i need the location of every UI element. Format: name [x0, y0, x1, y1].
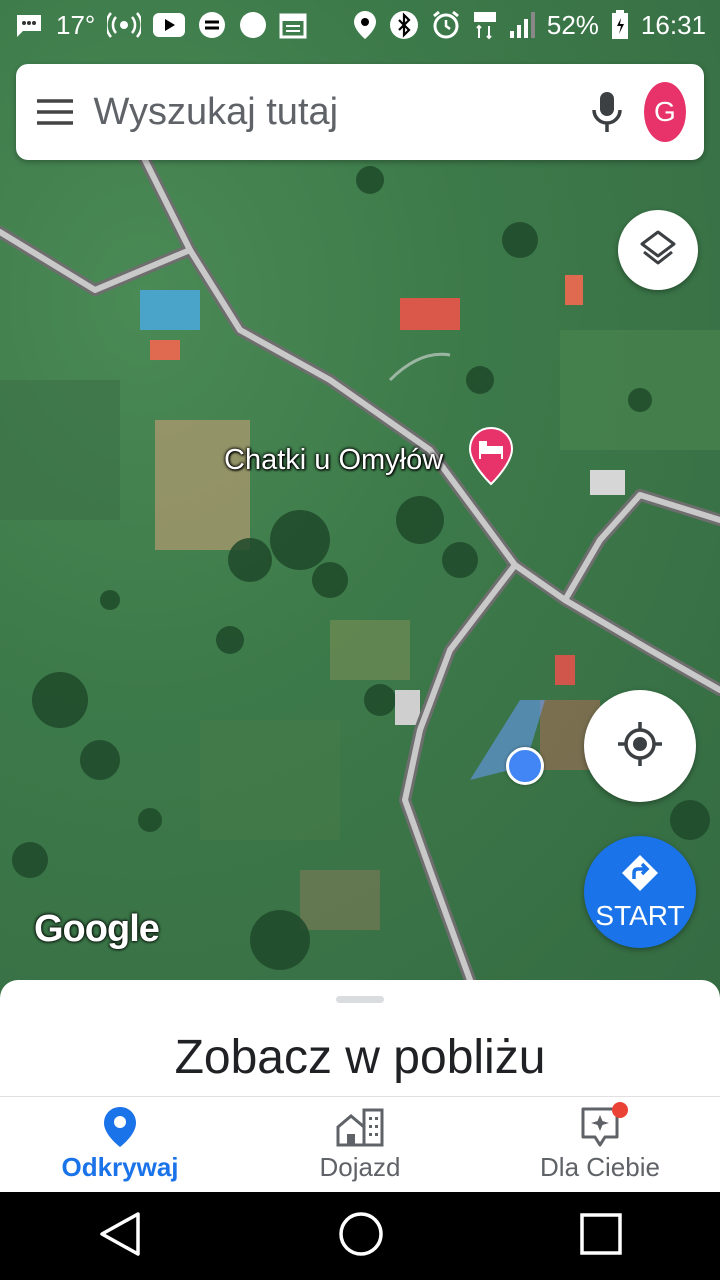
- back-icon[interactable]: [98, 1211, 142, 1262]
- temperature-text: 17°: [56, 9, 96, 40]
- my-location-button[interactable]: [584, 690, 696, 802]
- alarm-icon: [431, 10, 461, 40]
- location-icon: [353, 10, 377, 40]
- start-label: START: [595, 899, 685, 931]
- battery-icon: [611, 10, 629, 40]
- search-bar[interactable]: G: [16, 64, 704, 160]
- home-icon[interactable]: [338, 1211, 384, 1262]
- google-attribution: Google: [34, 908, 160, 950]
- recents-icon[interactable]: [580, 1212, 622, 1260]
- tab-explore-label: Odkrywaj: [61, 1152, 179, 1182]
- tab-for-you[interactable]: Dla Ciebie: [480, 1097, 720, 1192]
- tab-explore[interactable]: Odkrywaj: [0, 1097, 240, 1192]
- bottom-navigation: Odkrywaj Dojazd Dla Ciebie: [0, 1096, 720, 1192]
- microphone-icon[interactable]: [582, 64, 631, 160]
- bottom-sheet[interactable]: Zobacz w pobliżu: [0, 980, 720, 1100]
- commute-icon: [335, 1106, 385, 1148]
- circle-icon: [239, 11, 267, 39]
- directions-icon: [620, 853, 660, 898]
- sheet-drag-handle[interactable]: [336, 996, 384, 1003]
- lte-icon: [473, 10, 497, 40]
- layers-icon: [638, 228, 678, 273]
- search-input[interactable]: [93, 90, 583, 134]
- battery-percent: 52%: [546, 9, 599, 40]
- message-icon: [14, 12, 44, 38]
- my-location-dot: [506, 747, 544, 785]
- status-bar: 17° 52% 16:31: [0, 0, 720, 50]
- signal-icon: [509, 11, 535, 39]
- wireless-icon: [107, 12, 142, 38]
- account-avatar[interactable]: G: [643, 82, 686, 142]
- tab-commute[interactable]: Dojazd: [240, 1097, 480, 1192]
- bluetooth-icon: [389, 10, 419, 40]
- youtube-icon: [153, 13, 186, 37]
- start-navigation-button[interactable]: START: [584, 836, 696, 948]
- system-navigation-bar: [0, 1192, 720, 1280]
- for-you-icon: [580, 1102, 628, 1148]
- layers-button[interactable]: [618, 210, 698, 290]
- place-label[interactable]: Chatki u Omyłów: [224, 444, 443, 477]
- calendar-icon: [279, 11, 307, 39]
- app-icon: [197, 10, 227, 40]
- sheet-title: Zobacz w pobliżu: [174, 1031, 546, 1084]
- notification-badge: [612, 1102, 628, 1118]
- crosshair-icon: [616, 720, 664, 773]
- tab-for-you-label: Dla Ciebie: [540, 1152, 660, 1182]
- clock-text: 16:31: [640, 9, 706, 40]
- hamburger-menu-icon[interactable]: [16, 64, 93, 160]
- tab-commute-label: Dojazd: [319, 1152, 401, 1182]
- explore-pin-icon: [103, 1106, 137, 1148]
